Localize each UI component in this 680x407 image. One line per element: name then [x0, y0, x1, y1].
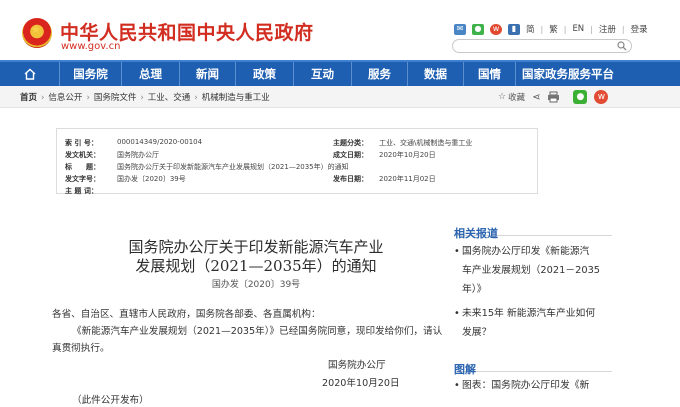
article-doc-number: 国办发〔2020〕39号 [211, 280, 301, 290]
nav-item-premier[interactable]: 总理 [122, 62, 180, 86]
lang-simplified[interactable]: 简 [526, 23, 535, 35]
header-toolbar: ✉ ● w ▮ 简 | 繁 | EN | 注册 | 登录 [454, 22, 648, 36]
nav-item-policy[interactable]: 政策 [236, 62, 294, 86]
article-signature: 国务院办公厅 [328, 360, 386, 371]
nav-item-state-council[interactable]: 国务院 [60, 62, 122, 86]
wechat-icon[interactable]: ● [472, 23, 484, 35]
article-title-line2: 发展规划（2021—2035年）的通知 [135, 257, 377, 275]
breadcrumb-home[interactable]: 首页 [20, 93, 37, 103]
info-title-label: 标 题： [65, 163, 100, 171]
info-category-value: 工业、交通\机械制造与重工业 [379, 139, 473, 147]
explain-header: 图解 [454, 358, 612, 376]
mail-icon[interactable]: ✉ [454, 23, 466, 35]
home-icon [24, 68, 35, 80]
info-issuer-label: 发文机关： [65, 151, 100, 159]
article-addressee: 各省、自治区、直辖市人民政府，国务院各部委、各直属机构： [52, 309, 321, 320]
site-header: ★ 中华人民共和国中央人民政府 www.gov.cn ✉ ● w ▮ 简 | 繁… [0, 0, 680, 60]
info-date-value: 2020年10月20日 [379, 151, 436, 159]
app-icon[interactable]: ▮ [508, 23, 520, 35]
article-sign-date: 2020年10月20日 [322, 378, 400, 389]
nav-item-data[interactable]: 数据 [408, 62, 464, 86]
info-number-value: 国办发〔2020〕39号 [117, 175, 186, 183]
wechat-share-icon[interactable]: ● [573, 90, 588, 104]
article-para-line2: 真贯彻执行。 [52, 343, 110, 354]
nav-home[interactable] [0, 62, 60, 86]
star-icon: ☆ [498, 92, 507, 102]
info-number-label: 发文字号： [65, 175, 100, 183]
login-link[interactable]: 登录 [631, 23, 648, 35]
info-issuer-value: 国务院办公厅 [117, 151, 159, 159]
search-input[interactable] [452, 39, 632, 53]
info-date-label: 成文日期： [333, 151, 368, 159]
article-title-line1: 国务院办公厅关于印发新能源汽车产业 [128, 238, 384, 256]
article-para-line1: 《新能源汽车产业发展规划（2021—2035年）》已经国务院同意，现印发给你们，… [72, 326, 443, 337]
explain-title: 图解 [454, 363, 476, 376]
info-keywords-label: 主 题 词： [65, 187, 98, 195]
document-info-table: 索 引 号： 000014349/2020-00104 主题分类： 工业、交通\… [56, 128, 538, 195]
explain-item[interactable]: • 图表：国务院办公厅印发《新 [454, 376, 622, 395]
info-index-label: 索 引 号： [65, 139, 98, 147]
info-publish-label: 发布日期： [333, 175, 368, 183]
related-reports-header: 相关报道 [454, 222, 612, 240]
favorite-button[interactable]: ☆ 收藏 [498, 91, 525, 103]
breadcrumb: 首页 › 信息公开 › 国务院文件 › 工业、交通 › 机械制造与重工业 ☆ 收藏 ⋖ ● w [0, 86, 680, 108]
breadcrumb-machinery[interactable]: 机械制造与重工业 [202, 93, 270, 103]
weibo-icon[interactable]: w [490, 23, 502, 35]
nav-item-service[interactable]: 服务 [352, 62, 408, 86]
lang-traditional[interactable]: 繁 [549, 23, 558, 35]
info-category-label: 主题分类： [333, 139, 368, 147]
related-reports-title: 相关报道 [454, 227, 498, 240]
search-icon[interactable] [617, 41, 627, 51]
related-item[interactable]: • 国务院办公厅印发《新能源汽 车产业发展规划（2021－2035 年）》 [454, 242, 622, 299]
breadcrumb-info-public[interactable]: 信息公开 [48, 93, 82, 103]
info-publish-value: 2020年11月02日 [379, 175, 436, 183]
breadcrumb-state-council-files[interactable]: 国务院文件 [94, 93, 137, 103]
nav-item-interaction[interactable]: 互动 [294, 62, 352, 86]
main-nav: 国务院 总理 新闻 政策 互动 服务 数据 国情 国家政务服务平台 [0, 60, 680, 86]
nav-item-news[interactable]: 新闻 [180, 62, 236, 86]
lang-english[interactable]: EN [572, 24, 584, 34]
register-link[interactable]: 注册 [599, 23, 616, 35]
share-icon[interactable]: ⋖ [532, 92, 540, 103]
related-item[interactable]: • 未来15年 新能源汽车产业如何 发展？ [454, 304, 622, 342]
nav-item-gov-service-platform[interactable]: 国家政务服务平台 [516, 62, 620, 86]
breadcrumb-industry-transport[interactable]: 工业、交通 [148, 93, 191, 103]
article-public-note: （此件公开发布） [72, 395, 149, 406]
weibo-share-icon[interactable]: w [594, 90, 609, 104]
print-icon[interactable] [547, 91, 560, 103]
national-emblem-icon[interactable]: ★ [22, 18, 52, 48]
site-domain: www.gov.cn [61, 41, 121, 52]
info-index-value: 000014349/2020-00104 [117, 138, 203, 146]
nav-item-national-info[interactable]: 国情 [464, 62, 516, 86]
page-tools: ☆ 收藏 ⋖ ● w [498, 89, 609, 105]
info-title-value: 国务院办公厅关于印发新能源汽车产业发展规划（2021—2035年）的通知 [117, 163, 349, 171]
